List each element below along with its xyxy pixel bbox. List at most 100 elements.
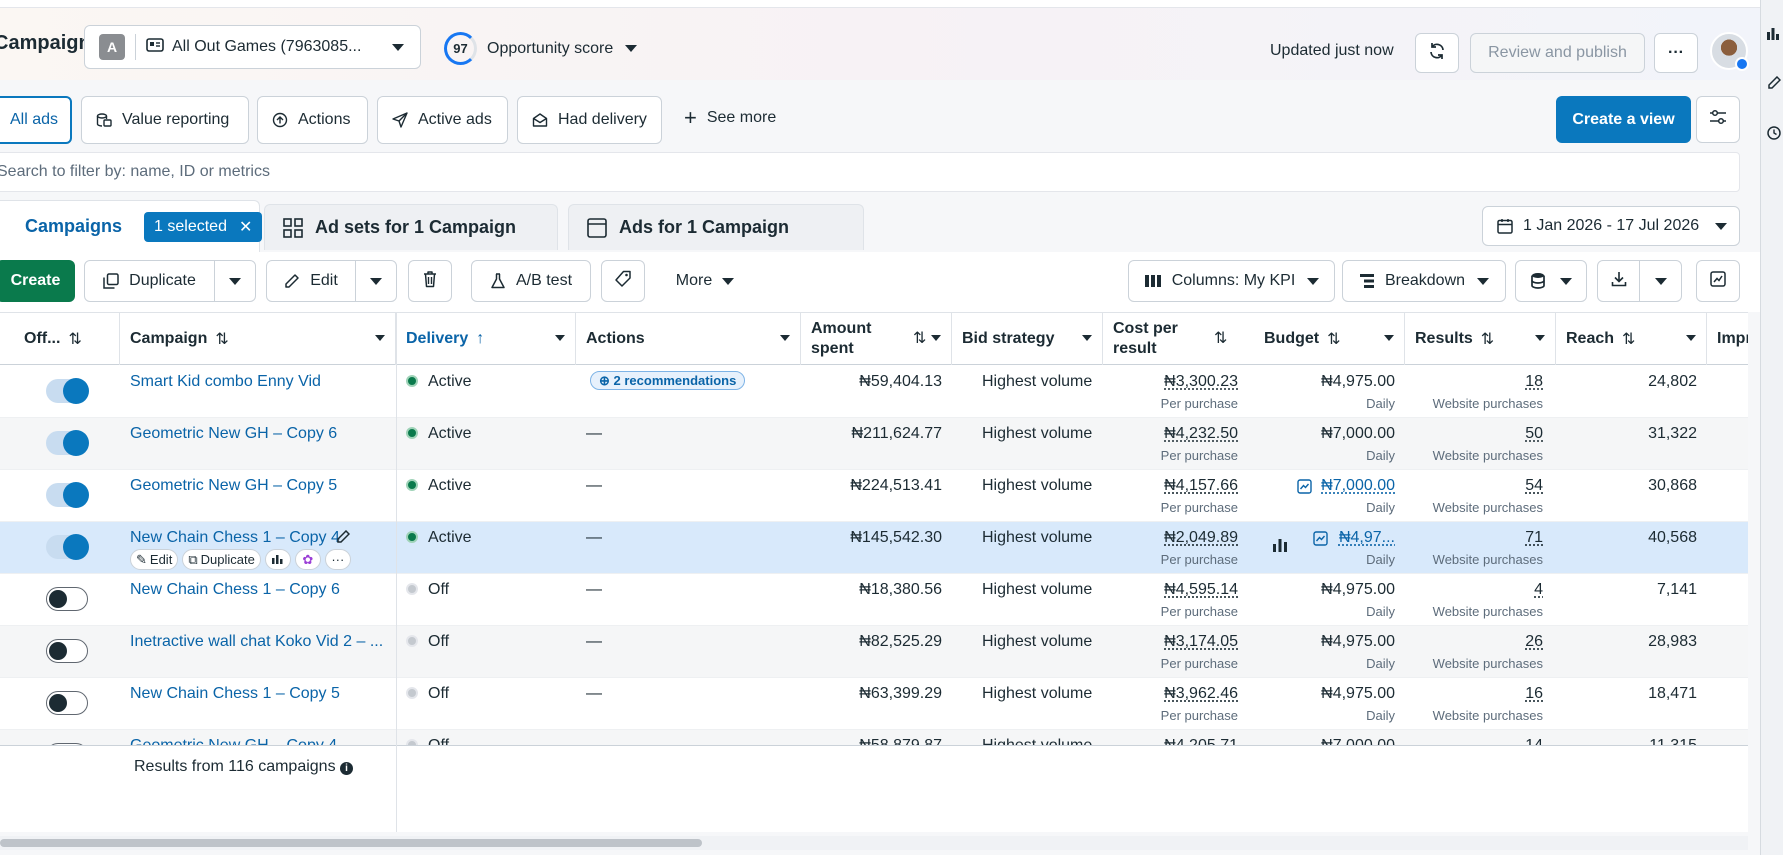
campaign-toggle[interactable]	[46, 639, 88, 663]
avatar[interactable]	[1710, 32, 1749, 71]
table-row[interactable]: Geometric New GH – Copy 6 Active — ₦211,624…	[0, 418, 1748, 470]
cost-per-result[interactable]: ₦4,595.14	[1164, 581, 1238, 599]
row-edit-button[interactable]: ✎ Edit	[130, 549, 179, 570]
tag-button[interactable]	[601, 260, 645, 302]
campaign-name-link[interactable]: New Chain Chess 1 – Copy 5	[130, 685, 340, 703]
table-row[interactable]: Inetractive wall chat Koko Vid 2 – ... Of…	[0, 626, 1748, 678]
campaign-name-link[interactable]: Smart Kid combo Enny Vid	[130, 373, 321, 391]
view-all-ads[interactable]: All ads	[0, 96, 72, 144]
see-more-button[interactable]: + See more	[684, 107, 776, 129]
campaign-toggle[interactable]	[46, 430, 89, 456]
results-value[interactable]: 54	[1525, 477, 1543, 495]
row-duplicate-button[interactable]: ⧉ Duplicate	[182, 549, 261, 570]
results-value[interactable]: 16	[1525, 685, 1543, 703]
clock-icon[interactable]	[1767, 126, 1781, 140]
view-actions[interactable]: Actions	[257, 96, 368, 144]
cost-per-result[interactable]: ₦4,232.50	[1164, 425, 1238, 443]
info-icon[interactable]: i	[340, 762, 354, 775]
column-actions[interactable]: Actions	[576, 313, 801, 365]
more-options-button[interactable]: ···	[1654, 33, 1698, 73]
horizontal-scrollbar[interactable]	[0, 836, 1748, 850]
breakdown-button[interactable]: Breakdown	[1342, 260, 1506, 302]
campaign-name-link[interactable]: Inetractive wall chat Koko Vid 2 – ...	[130, 633, 383, 651]
column-cost-per-result[interactable]: Cost per result ⇅	[1103, 313, 1254, 365]
table-row[interactable]: New Chain Chess 1 – Copy 6 Off — ₦18,380.56…	[0, 574, 1748, 626]
column-budget[interactable]: Budget ⇅	[1254, 313, 1405, 365]
view-value-reporting[interactable]: Value reporting	[81, 96, 249, 144]
campaign-name-link[interactable]: New Chain Chess 1 – Copy 6	[130, 581, 340, 599]
cost-per-result[interactable]: ₦2,049.89	[1164, 529, 1238, 547]
columns-button[interactable]: Columns: My KPI	[1128, 260, 1335, 302]
table-row[interactable]: New Chain Chess 1 – Copy 4 ✎ Edit ⧉ Duplicat…	[0, 522, 1748, 574]
cost-per-result[interactable]: ₦4,157.66	[1164, 477, 1238, 495]
results-value[interactable]: 50	[1525, 425, 1543, 443]
ab-test-button[interactable]: A/B test	[471, 260, 591, 302]
view-actions-label: Actions	[298, 111, 351, 128]
campaign-toggle[interactable]	[46, 378, 89, 404]
tab-ads[interactable]: Ads for 1 Campaign	[568, 204, 864, 250]
more-button[interactable]: More	[660, 260, 750, 302]
results-value[interactable]: 26	[1525, 633, 1543, 651]
column-amount-spent[interactable]: Amount spent ⇅	[801, 313, 952, 365]
view-settings-button[interactable]	[1696, 96, 1740, 143]
row-chart-button[interactable]	[264, 549, 291, 570]
create-button[interactable]: Create	[0, 260, 75, 302]
results-value[interactable]: 18	[1525, 373, 1543, 391]
campaign-toggle[interactable]	[46, 482, 89, 508]
column-bid-strategy[interactable]: Bid strategy	[952, 313, 1103, 365]
campaign-name-link[interactable]: Geometric New GH – Copy 6	[130, 425, 337, 443]
account-selector[interactable]: A All Out Games (7963085...	[84, 25, 421, 69]
delete-button[interactable]	[408, 260, 452, 302]
campaign-toggle[interactable]	[46, 587, 88, 611]
row-ai-button[interactable]: ✿	[294, 549, 321, 570]
opportunity-score[interactable]: 97 Opportunity score	[444, 32, 638, 65]
column-impressions[interactable]: Impr	[1707, 313, 1748, 365]
export-button[interactable]	[1597, 260, 1640, 302]
tab-ad-sets[interactable]: Ad sets for 1 Campaign	[264, 204, 558, 250]
close-icon[interactable]: ✕	[239, 217, 252, 237]
column-reach[interactable]: Reach ⇅	[1556, 313, 1707, 365]
edit-dropdown[interactable]	[355, 260, 397, 302]
results-value[interactable]: 71	[1525, 529, 1543, 547]
edit-button[interactable]: Edit	[266, 260, 356, 302]
results-value[interactable]: 4	[1534, 581, 1543, 599]
bar-chart-icon[interactable]	[1272, 536, 1288, 557]
view-active-ads[interactable]: Active ads	[377, 96, 508, 144]
budget-value[interactable]: ₦7,000.00	[1321, 477, 1395, 495]
review-publish-button[interactable]: Review and publish	[1470, 33, 1645, 73]
tab-campaigns[interactable]: Campaigns 1 selected ✕	[0, 200, 263, 252]
budget-value[interactable]: ₦4,97...	[1339, 529, 1395, 547]
campaign-name-link[interactable]: Geometric New GH – Copy 5	[130, 477, 337, 495]
chevron-down-icon	[931, 335, 941, 341]
date-range-picker[interactable]: 1 Jan 2026 - 17 Jul 2026	[1482, 206, 1740, 246]
duplicate-dropdown[interactable]	[214, 260, 256, 302]
pencil-icon[interactable]	[1767, 75, 1782, 90]
search-input[interactable]: Search to filter by: name, ID or metrics	[0, 152, 1740, 192]
chart-view-button[interactable]	[1696, 260, 1740, 302]
view-had-delivery[interactable]: Had delivery	[517, 96, 662, 144]
duplicate-button[interactable]: Duplicate	[84, 260, 215, 302]
create-view-button[interactable]: Create a view	[1556, 96, 1691, 143]
recommendations-badge[interactable]: ⊕ 2 recommendations	[590, 371, 746, 390]
cost-per-result[interactable]: ₦3,174.05	[1164, 633, 1238, 651]
table-row[interactable]: Geometric New GH – Copy 5 Active — ₦224,513…	[0, 470, 1748, 522]
table-row[interactable]: Smart Kid combo Enny Vid Active ⊕ 2 recomm…	[0, 366, 1748, 418]
row-more-button[interactable]: ···	[324, 549, 351, 570]
cost-per-result[interactable]: ₦3,300.23	[1164, 373, 1238, 391]
scrollbar-thumb[interactable]	[0, 839, 702, 847]
column-delivery[interactable]: Delivery ↑	[396, 313, 576, 365]
campaign-toggle[interactable]	[46, 691, 88, 715]
selected-badge[interactable]: 1 selected ✕	[144, 211, 263, 242]
reports-button[interactable]	[1515, 260, 1587, 302]
refresh-button[interactable]	[1415, 33, 1459, 73]
column-campaign[interactable]: Campaign ⇅	[120, 313, 396, 365]
chart-icon[interactable]	[1767, 26, 1781, 40]
campaign-toggle[interactable]	[46, 534, 89, 560]
table-row[interactable]: New Chain Chess 1 – Copy 5 Off — ₦63,399.29…	[0, 678, 1748, 730]
cost-per-result[interactable]: ₦3,962.46	[1164, 685, 1238, 703]
campaign-name-link[interactable]: New Chain Chess 1 – Copy 4	[130, 529, 340, 547]
edit-name-icon[interactable]	[336, 529, 351, 549]
column-off-on[interactable]: Off... ⇅	[14, 313, 120, 365]
column-results[interactable]: Results ⇅	[1405, 313, 1556, 365]
export-dropdown[interactable]	[1639, 260, 1682, 302]
